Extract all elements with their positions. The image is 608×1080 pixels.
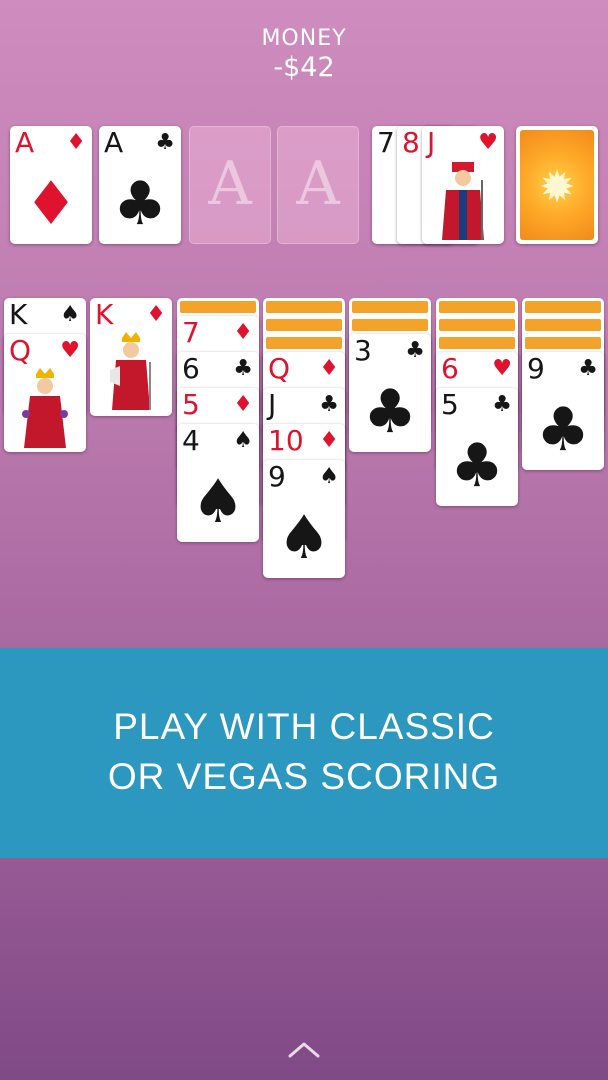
card-rank: 6 (182, 352, 200, 385)
card-rank: 9 (527, 352, 545, 385)
club-icon: ♣ (536, 395, 590, 465)
club-icon: ♣ (405, 338, 425, 363)
heart-icon: ♥ (478, 130, 498, 155)
diamond-icon: ♦ (319, 428, 339, 453)
foundation-clubs[interactable]: A ♣ ♣ (99, 126, 181, 244)
card-rank: Q (268, 352, 291, 385)
card-rank: J (427, 126, 436, 159)
tableau-card[interactable]: 4 ♠ ♠ (177, 424, 259, 542)
tableau-card[interactable]: Q ♥ (4, 334, 86, 452)
chevron-up-icon[interactable] (284, 1038, 324, 1062)
card-rank: 3 (354, 334, 372, 367)
tableau-card[interactable]: 3 ♣ ♣ (349, 334, 431, 452)
spade-icon: ♠ (60, 302, 80, 327)
waste-top-card[interactable]: J ♥ (422, 126, 504, 244)
foundation-empty-slot[interactable]: A (189, 126, 271, 244)
foundation-empty-slot[interactable]: A (277, 126, 359, 244)
card-rank: 5 (182, 388, 200, 421)
card-rank: 6 (441, 352, 459, 385)
tableau-card[interactable]: 9 ♠ ♠ (263, 460, 345, 578)
club-icon: ♣ (363, 377, 417, 447)
diamond-icon: ♦ (146, 302, 166, 327)
spade-icon: ♠ (191, 467, 245, 537)
club-icon: ♣ (155, 130, 175, 155)
club-icon: ♣ (450, 431, 504, 501)
card-rank: A (15, 126, 35, 159)
diamond-icon: ♦ (233, 392, 253, 417)
card-rank: 9 (268, 460, 286, 493)
card-rank: 7 (182, 316, 200, 349)
queen-figure-icon (22, 368, 68, 448)
sun-icon: ✹ (538, 162, 576, 213)
diamond-icon: ♦ (319, 356, 339, 381)
jack-figure-icon (442, 162, 484, 240)
slot-placeholder: A (208, 149, 252, 219)
card-back: ✹ (520, 130, 594, 240)
diamond-icon: ♦ (24, 169, 78, 239)
card-rank: 4 (182, 424, 200, 457)
banner-line-1: PLAY WITH CLASSIC (113, 706, 495, 747)
heart-icon: ♥ (60, 338, 80, 363)
tableau-card[interactable]: 9 ♣ ♣ (522, 352, 604, 470)
card-rank: K (9, 298, 28, 331)
spade-icon: ♠ (233, 428, 253, 453)
card-rank: J (268, 388, 277, 421)
money-label: MONEY (261, 26, 347, 51)
card-rank: 10 (268, 424, 304, 457)
club-icon: ♣ (578, 356, 598, 381)
tableau-card[interactable]: 5 ♣ ♣ (436, 388, 518, 506)
diamond-icon: ♦ (233, 320, 253, 345)
card-rank: A (104, 126, 124, 159)
spade-icon: ♠ (277, 503, 331, 573)
foundation-diamonds[interactable]: A ♦ ♦ (10, 126, 92, 244)
banner-line-2: OR VEGAS SCORING (107, 756, 501, 797)
card-rank: 7 (377, 126, 395, 159)
card-rank: K (95, 298, 114, 331)
club-icon: ♣ (113, 169, 167, 239)
spade-icon: ♠ (319, 464, 339, 489)
king-figure-icon (110, 332, 151, 410)
card-rank: 5 (441, 388, 459, 421)
diamond-icon: ♦ (66, 130, 86, 155)
card-rank: 8 (402, 126, 420, 159)
money-value: -$42 (273, 52, 335, 83)
club-icon: ♣ (319, 392, 339, 417)
stock-pile[interactable]: ✹ (516, 126, 598, 244)
club-icon: ♣ (233, 356, 253, 381)
slot-placeholder: A (296, 149, 340, 219)
club-icon: ♣ (492, 392, 512, 417)
tableau-card[interactable]: K ♦ (90, 298, 172, 416)
card-rank: Q (9, 334, 32, 367)
heart-icon: ♥ (492, 356, 512, 381)
promo-banner: PLAY WITH CLASSIC OR VEGAS SCORING (0, 648, 608, 858)
